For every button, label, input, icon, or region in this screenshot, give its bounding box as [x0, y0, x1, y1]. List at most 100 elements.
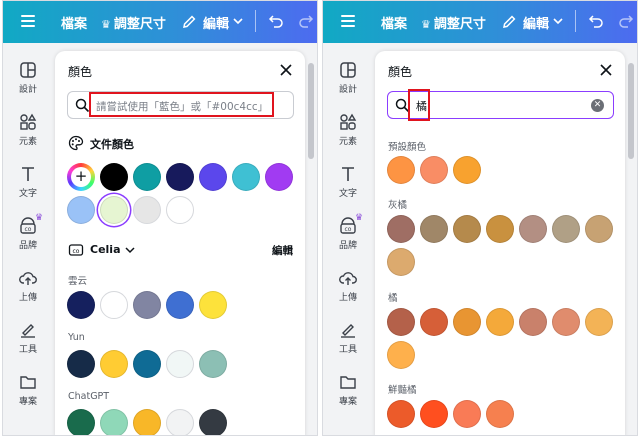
close-icon[interactable] [599, 63, 613, 77]
palette-name: Yun [68, 332, 85, 343]
red-highlight-box [89, 92, 274, 117]
undo-icon[interactable] [268, 13, 284, 29]
color-panel: 顏色 橘 ✕ 預設顏色 灰橘 橘 鮮豔橘 [375, 51, 625, 435]
rail-upload[interactable]: 上傳 [3, 269, 53, 303]
rail-upload[interactable]: 上傳 [323, 269, 373, 303]
color-swatch[interactable] [133, 291, 161, 319]
edit-menu[interactable]: 編輯 [203, 13, 229, 32]
color-swatch[interactable] [486, 308, 514, 336]
scrollbar-thumb[interactable] [628, 63, 634, 159]
scrollbar-thumb[interactable] [308, 63, 314, 159]
color-swatch[interactable] [552, 308, 580, 336]
color-swatch[interactable] [199, 409, 227, 435]
rail-text[interactable]: 文字 [3, 165, 53, 199]
rail-brand[interactable]: ♛ co 品牌 [323, 213, 373, 251]
color-swatch[interactable] [133, 196, 161, 224]
group-name: 灰橘 [388, 200, 408, 211]
rail-design[interactable]: 設計 [323, 61, 373, 95]
color-swatch[interactable] [133, 163, 161, 191]
color-swatch[interactable] [166, 196, 194, 224]
color-swatch[interactable] [199, 291, 227, 319]
color-swatch[interactable] [100, 350, 128, 378]
color-swatch[interactable] [100, 291, 128, 319]
color-swatch[interactable] [453, 400, 481, 428]
chevron-down-icon[interactable] [125, 246, 135, 254]
color-swatch[interactable] [199, 350, 227, 378]
color-swatch[interactable] [232, 163, 260, 191]
color-swatch[interactable] [67, 196, 95, 224]
color-swatch[interactable] [420, 156, 448, 184]
resize-button[interactable]: ♛ 調整尺寸 [421, 13, 486, 32]
close-icon[interactable] [279, 63, 293, 77]
color-swatch[interactable] [166, 409, 194, 435]
color-swatch[interactable] [133, 409, 161, 435]
color-swatch[interactable] [519, 308, 547, 336]
redo-icon[interactable] [298, 13, 314, 29]
rail-projects[interactable]: 專案 [323, 373, 373, 407]
upload-icon [339, 272, 357, 285]
color-swatch[interactable] [67, 350, 95, 378]
color-swatch[interactable] [453, 215, 481, 243]
color-swatch[interactable] [453, 308, 481, 336]
crown-icon: ♛ [355, 213, 364, 223]
color-swatch[interactable] [420, 400, 448, 428]
color-swatch[interactable] [387, 156, 415, 184]
color-swatch[interactable] [67, 409, 95, 435]
undo-icon[interactable] [588, 13, 604, 29]
color-swatch[interactable] [166, 163, 194, 191]
color-swatch[interactable] [585, 215, 613, 243]
color-swatch[interactable] [486, 215, 514, 243]
search-icon [75, 98, 90, 113]
rail-design[interactable]: 設計 [3, 61, 53, 95]
scrollbar[interactable] [307, 51, 315, 435]
chevron-down-icon[interactable] [233, 17, 243, 25]
color-swatch[interactable] [387, 341, 415, 369]
toolbar-divider [255, 10, 256, 32]
chevron-down-icon[interactable] [553, 17, 563, 25]
redo-icon[interactable] [618, 13, 634, 29]
color-swatch[interactable] [420, 215, 448, 243]
file-menu[interactable]: 檔案 [61, 13, 87, 32]
color-swatch[interactable] [453, 156, 481, 184]
rail-elements[interactable]: 元素 [3, 113, 53, 147]
menu-icon[interactable] [21, 15, 35, 27]
color-swatch[interactable] [420, 308, 448, 336]
file-menu[interactable]: 檔案 [381, 13, 407, 32]
rail-text[interactable]: 文字 [323, 165, 373, 199]
color-swatch[interactable] [199, 163, 227, 191]
text-icon [22, 167, 34, 181]
rail-brand[interactable]: ♛ co 品牌 [3, 213, 53, 251]
selected-color-swatch[interactable] [100, 196, 128, 224]
color-swatch[interactable] [585, 308, 613, 336]
color-swatch[interactable] [100, 163, 128, 191]
layout-icon [340, 62, 356, 78]
color-swatch[interactable] [486, 400, 514, 428]
color-swatch[interactable] [387, 215, 415, 243]
scrollbar[interactable] [627, 51, 635, 435]
upload-icon [19, 272, 37, 285]
color-swatch[interactable] [100, 409, 128, 435]
color-swatch[interactable] [67, 291, 95, 319]
brand-kit-name[interactable]: Celia [90, 243, 121, 256]
color-swatch[interactable] [265, 163, 293, 191]
add-color-button[interactable]: + [67, 163, 95, 191]
rail-draw[interactable]: 工具 [323, 321, 373, 355]
color-swatch[interactable] [387, 400, 415, 428]
menu-icon[interactable] [341, 15, 355, 27]
color-swatch[interactable] [166, 291, 194, 319]
edit-menu[interactable]: 編輯 [523, 13, 549, 32]
rail-elements[interactable]: 元素 [323, 113, 373, 147]
edit-brand-button[interactable]: 編輯 [272, 243, 293, 258]
right-screenshot-panel: 檔案 ♛ 調整尺寸 編輯 設計 元素 文字 ♛ co 品牌 上傳 工具 專案 顏… [322, 0, 638, 436]
panel-title: 顏色 [68, 65, 93, 79]
resize-button[interactable]: ♛ 調整尺寸 [101, 13, 166, 32]
color-swatch[interactable] [133, 350, 161, 378]
color-swatch[interactable] [387, 248, 415, 276]
rail-draw[interactable]: 工具 [3, 321, 53, 355]
color-swatch[interactable] [387, 308, 415, 336]
color-swatch[interactable] [519, 215, 547, 243]
color-swatch[interactable] [552, 215, 580, 243]
clear-search-icon[interactable]: ✕ [591, 99, 604, 112]
color-swatch[interactable] [166, 350, 194, 378]
rail-projects[interactable]: 專案 [3, 373, 53, 407]
